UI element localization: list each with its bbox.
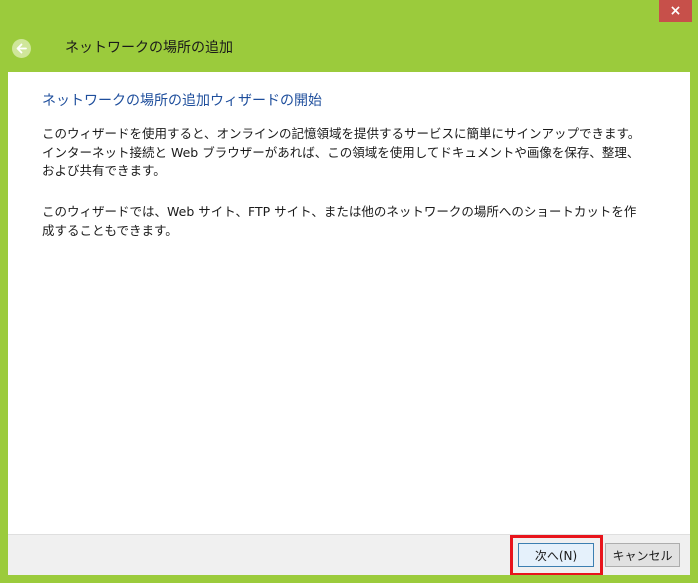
shortcut-line-1: このウィザードでは、Web サイト、FTP サイト、または他のネットワークの場所… — [42, 204, 637, 219]
intro-paragraph: このウィザードを使用すると、オンラインの記憶領域を提供するサービスに簡単にサイン… — [42, 125, 662, 181]
wizard-footer: 次へ(N) キャンセル — [8, 534, 690, 576]
wizard-header: ネットワークの場所の追加 — [0, 22, 698, 71]
intro-line-1: このウィザードを使用すると、オンラインの記憶領域を提供するサービスに簡単にサイン… — [42, 126, 641, 141]
close-button[interactable]: × — [659, 0, 692, 22]
back-arrow-icon — [16, 43, 27, 54]
wizard-window: × ネットワークの場所の追加 ネットワークの場所の追加ウィザードの開始 このウィ… — [0, 0, 698, 583]
intro-line-3: および共有できます。 — [42, 163, 166, 178]
back-button[interactable] — [12, 39, 31, 58]
close-icon: × — [669, 3, 682, 19]
window-bottom-border — [0, 575, 698, 583]
wizard-content: ネットワークの場所の追加ウィザードの開始 このウィザードを使用すると、オンライン… — [8, 72, 690, 534]
window-title: ネットワークの場所の追加 — [65, 40, 233, 56]
cancel-button[interactable]: キャンセル — [605, 543, 680, 567]
shortcut-line-2: 成することもできます。 — [42, 222, 178, 238]
intro-line-2: インターネット接続と Web ブラウザーがあれば、この領域を使用してドキュメント… — [42, 144, 640, 160]
next-button[interactable]: 次へ(N) — [518, 543, 594, 567]
wizard-heading: ネットワークの場所の追加ウィザードの開始 — [42, 93, 322, 109]
shortcut-paragraph: このウィザードでは、Web サイト、FTP サイト、または他のネットワークの場所… — [42, 203, 662, 240]
